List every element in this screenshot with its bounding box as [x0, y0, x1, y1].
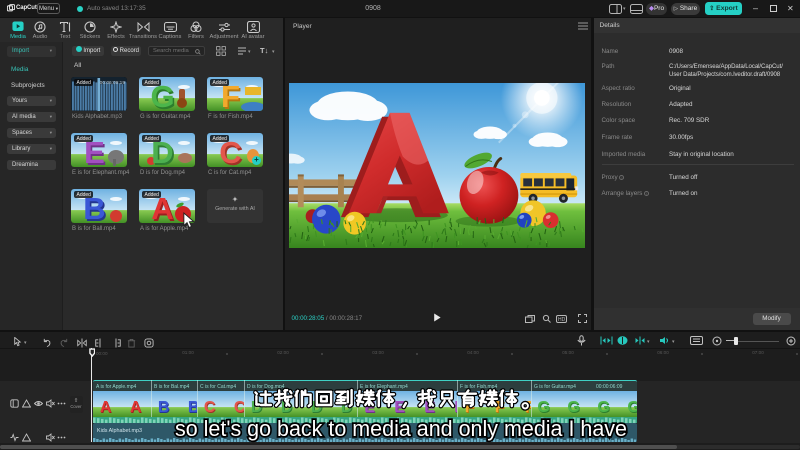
svg-text:HD: HD: [558, 317, 566, 323]
svg-text:A: A: [100, 399, 112, 416]
svg-text:so let's go back to media and: so let's go back to media and only media…: [175, 416, 627, 441]
